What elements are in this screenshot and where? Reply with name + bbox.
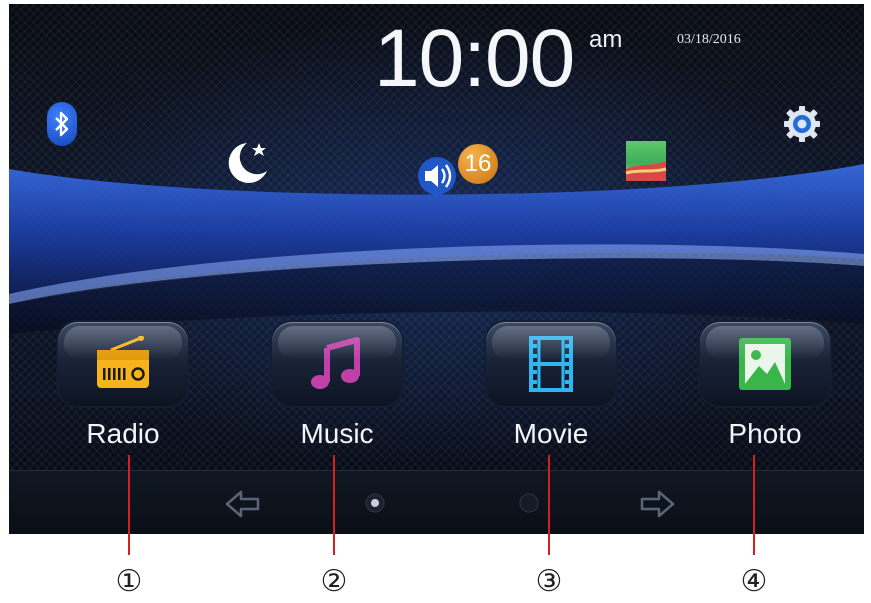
music-icon — [311, 337, 360, 389]
clock-time: 10:00 — [374, 13, 575, 104]
photo-icon — [739, 338, 791, 390]
page-indicator-inactive[interactable] — [517, 491, 541, 515]
callout-number-4: ④ — [740, 565, 768, 598]
app-photo-label: Photo — [728, 418, 802, 449]
clock-ampm: am — [589, 26, 623, 53]
app-movie-tile[interactable] — [486, 322, 616, 406]
night-mode-icon[interactable] — [221, 137, 273, 189]
app-radio-label: Radio — [86, 418, 160, 449]
bottom-nav-bar — [9, 470, 864, 534]
app-music[interactable]: Music — [272, 322, 402, 462]
bluetooth-icon[interactable] — [47, 102, 77, 146]
app-movie-label: Movie — [513, 418, 589, 449]
callout-line-2 — [333, 455, 335, 555]
date-display: 03/18/2016 — [677, 32, 741, 47]
arrow-left-icon[interactable] — [225, 489, 261, 519]
head-unit-screen: 10:00 am 03/18/2016 16 Radio Music Movie… — [9, 4, 864, 534]
volume-icon[interactable] — [415, 154, 463, 196]
callout-line-1 — [128, 455, 130, 555]
app-movie[interactable]: Movie — [486, 322, 616, 462]
app-radio-tile[interactable] — [58, 322, 188, 406]
arrow-right-icon[interactable] — [639, 489, 675, 519]
app-photo[interactable]: Photo — [700, 322, 830, 462]
volume-level-badge: 16 — [458, 144, 498, 184]
radio-icon — [97, 336, 149, 388]
wallpaper-icon[interactable] — [624, 139, 668, 183]
app-music-label: Music — [300, 418, 374, 449]
movie-icon — [529, 336, 573, 392]
page-indicator-active[interactable] — [363, 491, 387, 515]
callout-line-4 — [753, 455, 755, 555]
callout-number-3: ③ — [535, 565, 563, 598]
settings-gear-icon[interactable] — [782, 104, 822, 144]
app-photo-tile[interactable] — [700, 322, 830, 406]
app-radio[interactable]: Radio — [58, 322, 188, 462]
app-music-tile[interactable] — [272, 322, 402, 406]
callout-number-1: ① — [115, 565, 143, 598]
callout-line-3 — [548, 455, 550, 555]
callout-number-2: ② — [320, 565, 348, 598]
